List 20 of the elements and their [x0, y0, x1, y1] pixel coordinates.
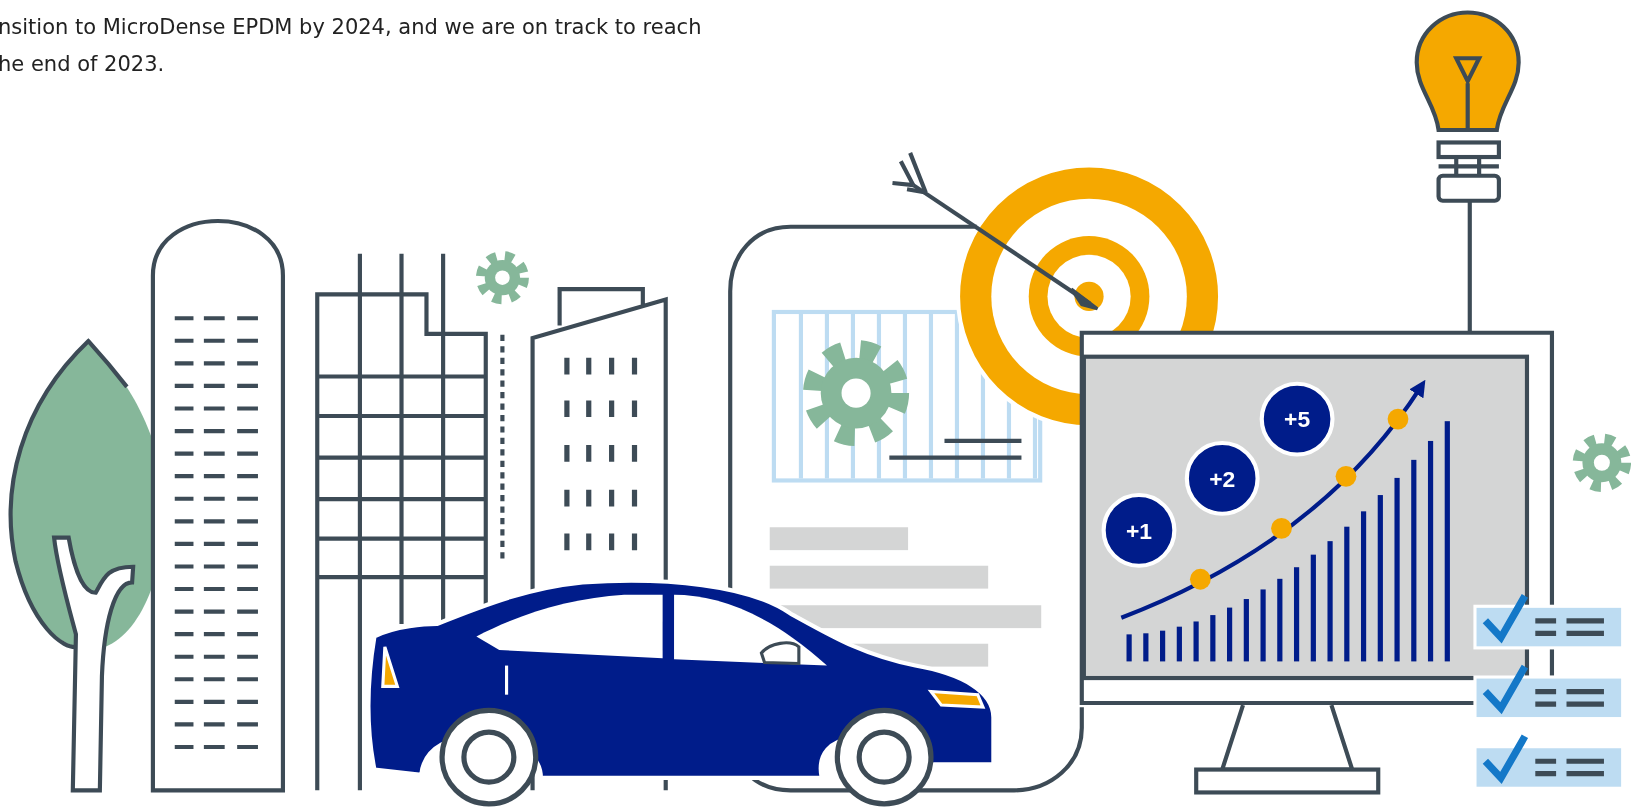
- chart-bar: [1210, 615, 1216, 662]
- paragraph-text: nsition to MicroDense EPDM by 2024, and we are on track to reach he end of 2023.: [0, 14, 703, 78]
- checklist-icon: [1473, 734, 1625, 790]
- score-badge: +2: [1184, 440, 1260, 516]
- chart-bar: [1143, 633, 1149, 662]
- chart-bar: [1160, 630, 1166, 662]
- score-badge: +5: [1259, 381, 1335, 457]
- chart-bar: [1176, 626, 1182, 662]
- data-point: [1335, 465, 1357, 487]
- chart-bar: [1193, 621, 1199, 662]
- chart-bar: [1126, 634, 1132, 662]
- data-point: [1387, 408, 1409, 430]
- data-point: [1189, 568, 1211, 590]
- data-point: [1271, 517, 1292, 539]
- score-badge: +1: [1101, 492, 1177, 568]
- gear-icon: [803, 340, 910, 447]
- gear-icon: [1572, 433, 1631, 492]
- chart-bar: [1243, 599, 1249, 662]
- gear-icon: [475, 251, 529, 305]
- chart-bar: [1227, 607, 1233, 662]
